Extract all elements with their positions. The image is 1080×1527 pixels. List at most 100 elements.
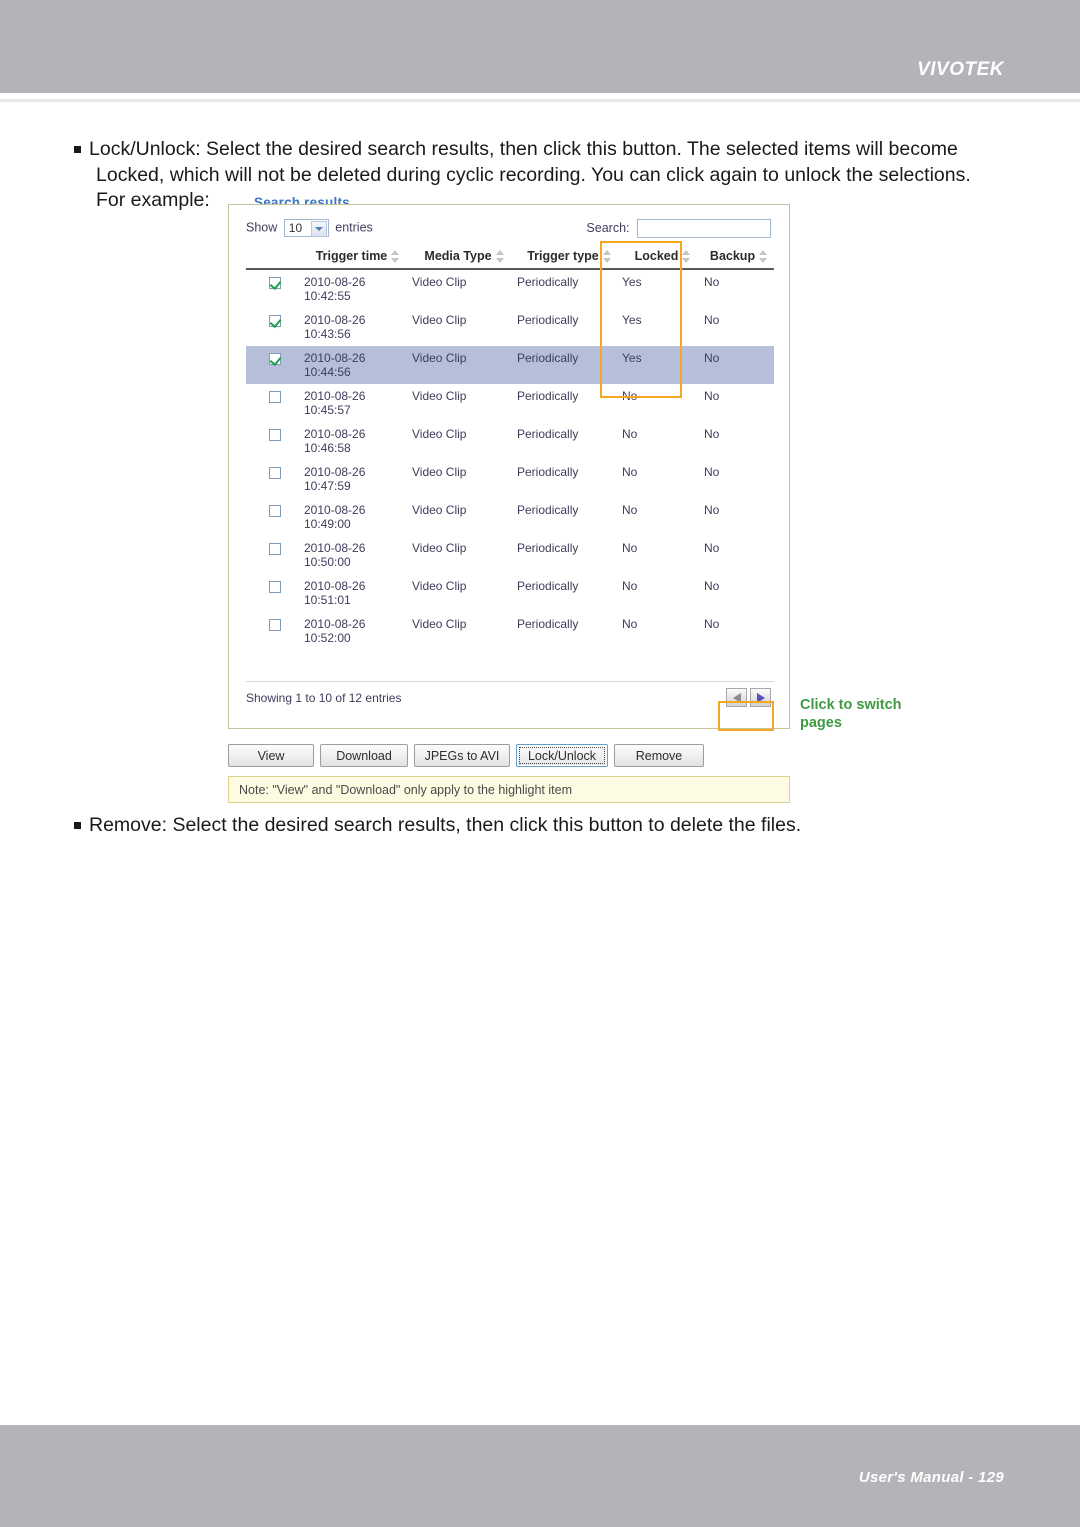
- cell-trigger-type: Periodically: [517, 617, 579, 631]
- bullet-square-icon: [74, 146, 81, 153]
- table-row[interactable]: 2010-08-26 10:42:55 Video Clip Periodically…: [246, 269, 774, 308]
- cell-locked: No: [622, 579, 638, 593]
- action-button-bar: View Download JPEGs to AVI Lock/Unlock R…: [228, 744, 790, 768]
- table-row[interactable]: 2010-08-26 10:52:00 Video Clip Periodically…: [246, 612, 774, 650]
- column-label-locked: Locked: [634, 249, 679, 263]
- triangle-left-icon: [732, 692, 741, 703]
- callout-line2: pages: [800, 715, 842, 731]
- lock-unlock-line1: Lock/Unlock: Select the desired search r…: [89, 138, 958, 160]
- search-filter-control: Search:: [586, 219, 771, 238]
- footer-page-label: User's Manual - 129: [858, 1469, 1004, 1486]
- trigger-clock: 10:52:00: [304, 631, 351, 645]
- trigger-clock: 10:50:00: [304, 555, 351, 569]
- sort-arrows-icon[interactable]: [495, 249, 505, 263]
- callout-line1: Click to switch: [800, 697, 902, 713]
- row-checkbox[interactable]: [269, 428, 281, 441]
- note-box: Note: "View" and "Download" only apply t…: [228, 776, 790, 803]
- cell-locked: Yes: [622, 346, 704, 384]
- row-checkbox[interactable]: [269, 314, 281, 327]
- row-select-cell[interactable]: [246, 460, 304, 498]
- lock-unlock-paragraph: Lock/Unlock: Select the desired search r…: [74, 137, 1014, 214]
- sort-arrows-icon[interactable]: [759, 249, 768, 263]
- cell-media-type: Video Clip: [412, 465, 467, 479]
- triangle-right-icon: [756, 692, 765, 703]
- remove-button[interactable]: Remove: [614, 744, 704, 767]
- table-row[interactable]: 2010-08-26 10:45:57 Video Clip Periodically…: [246, 384, 774, 422]
- row-checkbox[interactable]: [269, 276, 281, 289]
- cell-trigger-time: 2010-08-26 10:52:00: [304, 612, 412, 650]
- pagination-controls: [723, 685, 774, 710]
- entries-length-select[interactable]: 10: [283, 219, 329, 237]
- trigger-clock: 10:51:01: [304, 593, 351, 607]
- lock-unlock-line2: Locked, which will not be deleted during…: [96, 163, 971, 186]
- click-to-switch-pages-callout: Click to switch pages: [800, 696, 930, 732]
- row-checkbox[interactable]: [269, 580, 281, 593]
- sort-arrows-icon[interactable]: [682, 249, 691, 263]
- cell-trigger-time: 2010-08-26 10:50:00: [304, 536, 412, 574]
- cell-trigger-time: 2010-08-26 10:46:58: [304, 422, 412, 460]
- previous-page-button[interactable]: [726, 688, 747, 707]
- row-select-cell[interactable]: [246, 612, 304, 650]
- table-body: 2010-08-26 10:42:55 Video Clip Periodically…: [246, 269, 774, 650]
- table-row[interactable]: 2010-08-26 10:44:56 Video Clip Periodically…: [246, 346, 774, 384]
- table-row[interactable]: 2010-08-26 10:51:01 Video Clip Periodically…: [246, 574, 774, 612]
- jpegs-to-avi-button[interactable]: JPEGs to AVI: [414, 744, 510, 767]
- column-label-media-type: Media Type: [424, 249, 492, 263]
- table-controls: Show 10 entries Search:: [229, 215, 791, 241]
- row-select-cell[interactable]: [246, 536, 304, 574]
- column-label-trigger-time: Trigger time: [315, 249, 388, 263]
- column-header-trigger-type[interactable]: Trigger type: [517, 245, 622, 270]
- row-select-cell[interactable]: [246, 346, 304, 384]
- column-header-backup[interactable]: Backup: [704, 245, 774, 270]
- row-select-cell[interactable]: [246, 422, 304, 460]
- row-select-cell[interactable]: [246, 498, 304, 536]
- remove-paragraph: Remove: Select the desired search result…: [74, 813, 1014, 839]
- column-label-backup: Backup: [709, 249, 756, 263]
- table-row[interactable]: 2010-08-26 10:50:00 Video Clip Periodically…: [246, 536, 774, 574]
- trigger-date: 2010-08-26: [304, 427, 366, 441]
- table-row[interactable]: 2010-08-26 10:47:59 Video Clip Periodically…: [246, 460, 774, 498]
- cell-locked: Yes: [622, 313, 642, 327]
- search-label: Search:: [586, 220, 630, 235]
- trigger-date: 2010-08-26: [304, 617, 366, 631]
- next-page-button[interactable]: [750, 688, 771, 707]
- page-footer-band: User's Manual - 129: [0, 1425, 1080, 1527]
- download-button[interactable]: Download: [320, 744, 408, 767]
- table-footer: Showing 1 to 10 of 12 entries: [246, 681, 774, 715]
- table-row[interactable]: 2010-08-26 10:49:00 Video Clip Periodically…: [246, 498, 774, 536]
- row-select-cell[interactable]: [246, 384, 304, 422]
- view-button[interactable]: View: [228, 744, 314, 767]
- cell-trigger-type: Periodically: [517, 389, 579, 403]
- trigger-clock: 10:42:55: [304, 289, 351, 303]
- row-checkbox[interactable]: [269, 352, 281, 365]
- row-checkbox[interactable]: [269, 466, 281, 479]
- row-checkbox[interactable]: [269, 390, 281, 403]
- search-input[interactable]: [637, 219, 771, 238]
- row-select-cell[interactable]: [246, 308, 304, 346]
- trigger-date: 2010-08-26: [304, 275, 366, 289]
- row-checkbox[interactable]: [269, 542, 281, 555]
- lock-unlock-button[interactable]: Lock/Unlock: [516, 744, 608, 767]
- cell-backup: No: [704, 503, 720, 517]
- search-results-panel: Show 10 entries Search: Trigger time Med…: [228, 204, 790, 729]
- cell-locked: No: [622, 465, 638, 479]
- note-text: Note: "View" and "Download" only apply t…: [239, 782, 572, 797]
- column-header-trigger-time[interactable]: Trigger time: [304, 245, 412, 270]
- column-header-media-type[interactable]: Media Type: [412, 245, 517, 270]
- cell-trigger-type: Periodically: [517, 275, 579, 289]
- trigger-clock: 10:49:00: [304, 517, 351, 531]
- trigger-date: 2010-08-26: [304, 503, 366, 517]
- row-select-cell[interactable]: [246, 574, 304, 612]
- row-select-cell[interactable]: [246, 269, 304, 308]
- row-checkbox[interactable]: [269, 618, 281, 631]
- cell-media-type: Video Clip: [412, 389, 467, 403]
- sort-arrows-icon[interactable]: [602, 249, 612, 263]
- column-header-locked[interactable]: Locked: [622, 245, 704, 270]
- table-row[interactable]: 2010-08-26 10:43:56 Video Clip Periodically…: [246, 308, 774, 346]
- sort-arrows-icon[interactable]: [391, 249, 400, 263]
- showing-entries-info: Showing 1 to 10 of 12 entries: [246, 691, 402, 705]
- cell-trigger-type: Periodically: [517, 503, 579, 517]
- table-row[interactable]: 2010-08-26 10:46:58 Video Clip Periodically…: [246, 422, 774, 460]
- bullet-square-icon: [74, 822, 81, 829]
- row-checkbox[interactable]: [269, 504, 281, 517]
